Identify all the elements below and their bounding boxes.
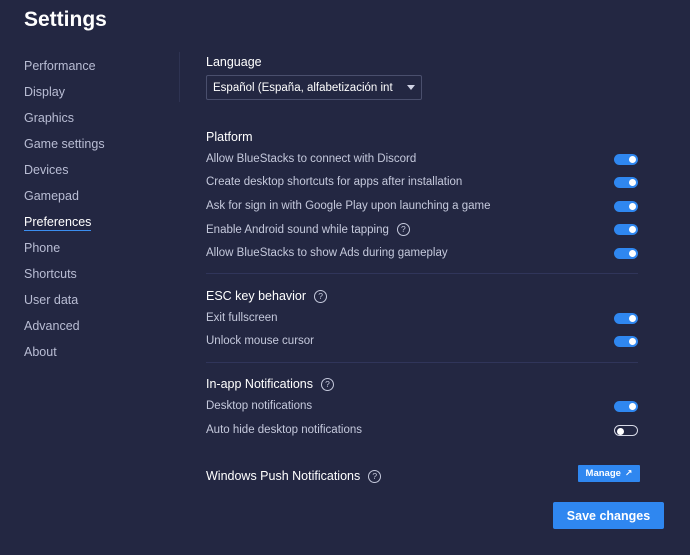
- sidebar-divider: [179, 52, 180, 102]
- push-notifications-label: Windows Push Notifications ?: [206, 469, 382, 483]
- sidebar-item-label: Preferences: [24, 215, 92, 231]
- help-icon[interactable]: ?: [368, 469, 382, 483]
- language-heading: Language: [206, 55, 262, 69]
- discord-toggle[interactable]: [614, 154, 638, 165]
- push-notifications-text: Windows Push Notifications: [206, 469, 361, 483]
- save-changes-button[interactable]: Save changes: [553, 502, 664, 529]
- sidebar-item-label: Shortcuts: [24, 267, 77, 281]
- android-sound-toggle[interactable]: [614, 224, 638, 235]
- setting-row-discord: Allow BlueStacks to connect with Discord: [206, 151, 638, 171]
- sidebar-item-label: Devices: [24, 163, 69, 177]
- notifications-heading: In-app Notifications ?: [206, 377, 335, 391]
- section-divider: [206, 273, 638, 274]
- google-play-signin-toggle[interactable]: [614, 201, 638, 212]
- sidebar-item-user-data[interactable]: User data: [24, 292, 164, 318]
- sidebar-item-performance[interactable]: Performance: [24, 58, 164, 84]
- platform-heading: Platform: [206, 130, 253, 144]
- setting-label: Unlock mouse cursor: [206, 335, 315, 347]
- toggle-knob: [629, 338, 636, 345]
- toggle-knob: [616, 427, 624, 435]
- unlock-mouse-toggle[interactable]: [614, 336, 638, 347]
- help-icon[interactable]: ?: [314, 289, 328, 303]
- sidebar-item-graphics[interactable]: Graphics: [24, 110, 164, 136]
- setting-label: Allow BlueStacks to connect with Discord: [206, 153, 417, 165]
- sidebar-item-game-settings[interactable]: Game settings: [24, 136, 164, 162]
- sidebar-item-label: Gamepad: [24, 189, 79, 203]
- setting-row-exit-fullscreen: Exit fullscreen: [206, 310, 638, 330]
- sidebar-item-label: Game settings: [24, 137, 105, 151]
- language-selected-value: Español (España, alfabetización int: [213, 81, 393, 94]
- toggle-knob: [629, 203, 636, 210]
- desktop-notifications-toggle[interactable]: [614, 401, 638, 412]
- manage-button-label: Manage: [585, 468, 621, 479]
- sidebar-item-label: About: [24, 345, 57, 359]
- setting-label: Enable Android sound while tapping ?: [206, 223, 410, 236]
- toggle-knob: [629, 156, 636, 163]
- sidebar-item-label: Phone: [24, 241, 61, 255]
- sidebar-nav: Performance Display Graphics Game settin…: [24, 58, 164, 370]
- help-icon[interactable]: ?: [396, 223, 410, 236]
- toggle-knob: [629, 315, 636, 322]
- sidebar-item-label: Graphics: [24, 111, 75, 125]
- setting-label: Auto hide desktop notifications: [206, 424, 362, 436]
- sidebar-item-label: Display: [24, 85, 65, 99]
- sidebar-item-label: User data: [24, 293, 79, 307]
- setting-label-text: Enable Android sound while tapping: [206, 223, 389, 236]
- setting-label: Allow BlueStacks to show Ads during game…: [206, 247, 448, 259]
- page-title: Settings: [24, 8, 107, 31]
- sidebar-item-label: Performance: [24, 59, 96, 73]
- sidebar-item-label: Advanced: [24, 319, 80, 333]
- setting-row-desktop-shortcuts: Create desktop shortcuts for apps after …: [206, 174, 638, 194]
- setting-row-desktop-notifications: Desktop notifications: [206, 398, 638, 418]
- sidebar-item-about[interactable]: About: [24, 344, 164, 370]
- toggle-knob: [629, 179, 636, 186]
- esc-heading: ESC key behavior ?: [206, 289, 328, 303]
- ads-toggle[interactable]: [614, 248, 638, 259]
- setting-label: Exit fullscreen: [206, 312, 278, 324]
- setting-label: Desktop notifications: [206, 400, 313, 412]
- setting-row-unlock-mouse: Unlock mouse cursor: [206, 333, 638, 353]
- chevron-down-icon: [407, 85, 415, 90]
- desktop-shortcuts-toggle[interactable]: [614, 177, 638, 188]
- setting-row-ads: Allow BlueStacks to show Ads during game…: [206, 245, 638, 265]
- manage-button[interactable]: Manage ↗: [578, 465, 640, 482]
- setting-row-google-play-signin: Ask for sign in with Google Play upon la…: [206, 198, 638, 218]
- sidebar-item-phone[interactable]: Phone: [24, 240, 164, 266]
- sidebar-item-preferences[interactable]: Preferences: [24, 214, 164, 240]
- setting-label: Ask for sign in with Google Play upon la…: [206, 200, 491, 212]
- section-divider: [206, 362, 638, 363]
- external-link-icon: ↗: [624, 468, 633, 478]
- sidebar-item-display[interactable]: Display: [24, 84, 164, 110]
- notifications-heading-text: In-app Notifications: [206, 377, 314, 391]
- toggle-knob: [629, 403, 636, 410]
- setting-row-android-sound: Enable Android sound while tapping ?: [206, 221, 638, 241]
- auto-hide-notifications-toggle[interactable]: [614, 425, 638, 436]
- sidebar-item-devices[interactable]: Devices: [24, 162, 164, 188]
- sidebar-item-shortcuts[interactable]: Shortcuts: [24, 266, 164, 292]
- esc-heading-text: ESC key behavior: [206, 289, 307, 303]
- sidebar-item-gamepad[interactable]: Gamepad: [24, 188, 164, 214]
- toggle-knob: [629, 226, 636, 233]
- setting-row-auto-hide-notifications: Auto hide desktop notifications: [206, 422, 638, 442]
- exit-fullscreen-toggle[interactable]: [614, 313, 638, 324]
- toggle-knob: [629, 250, 636, 257]
- setting-label: Create desktop shortcuts for apps after …: [206, 176, 463, 188]
- language-dropdown[interactable]: Español (España, alfabetización int: [206, 75, 422, 100]
- help-icon[interactable]: ?: [321, 377, 335, 391]
- sidebar-item-advanced[interactable]: Advanced: [24, 318, 164, 344]
